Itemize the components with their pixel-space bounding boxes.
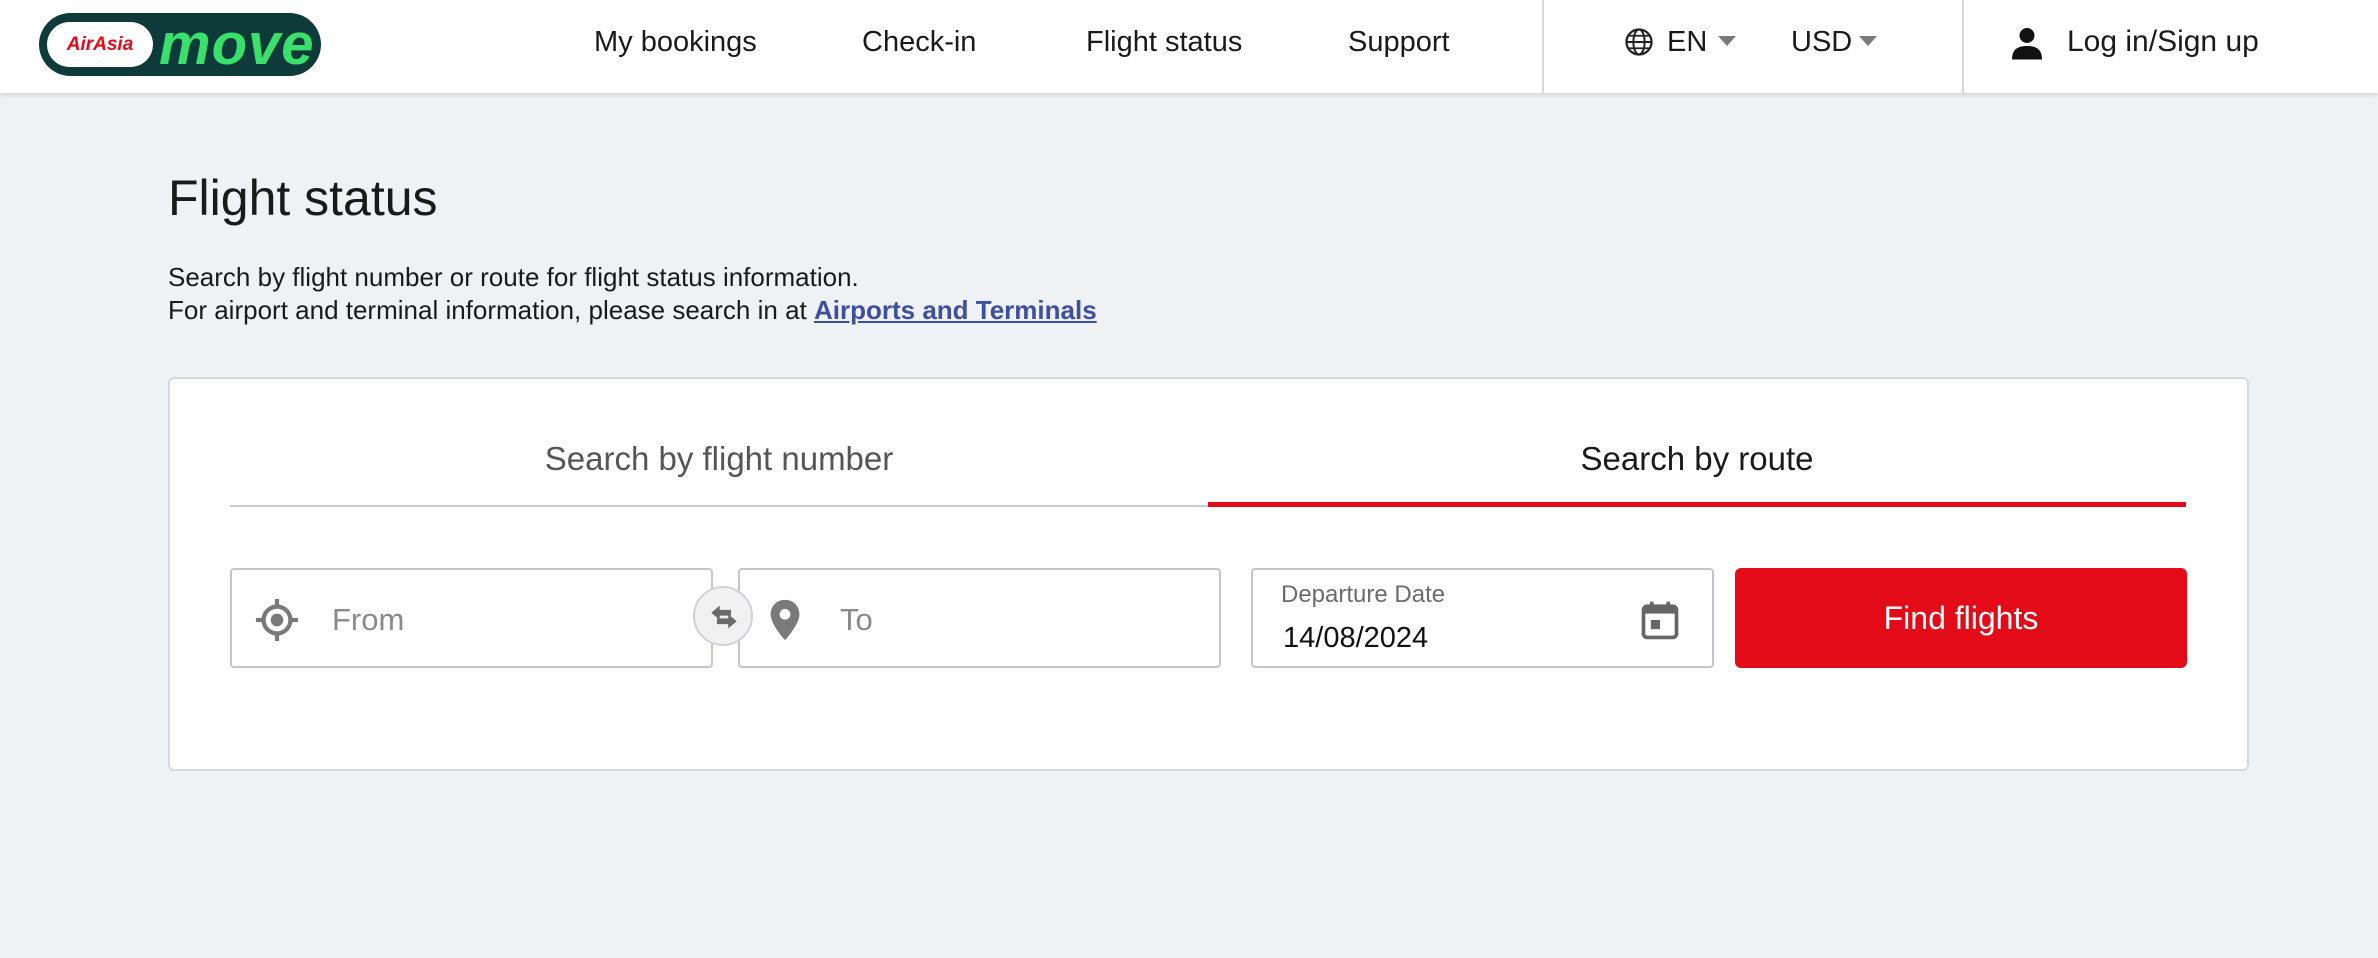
nav-my-bookings[interactable]: My bookings bbox=[594, 22, 757, 62]
airports-terminals-link[interactable]: Airports and Terminals bbox=[814, 295, 1097, 325]
header-divider bbox=[1542, 0, 1544, 93]
swap-icon bbox=[711, 605, 737, 629]
user-icon[interactable] bbox=[2009, 24, 2045, 62]
nav-support[interactable]: Support bbox=[1348, 22, 1450, 62]
tab-search-by-flight-number[interactable]: Search by flight number bbox=[230, 429, 1208, 489]
from-field[interactable]: From bbox=[230, 568, 713, 668]
description-line-2-text: For airport and terminal information, pl… bbox=[168, 295, 814, 325]
caret-down-icon[interactable] bbox=[1859, 36, 1877, 46]
language-selector[interactable]: EN bbox=[1667, 22, 1707, 62]
active-tab-indicator bbox=[1208, 502, 2186, 507]
to-placeholder: To bbox=[840, 602, 873, 637]
globe-icon bbox=[1625, 28, 1653, 56]
description-line-2: For airport and terminal information, pl… bbox=[168, 294, 1097, 326]
login-signup-link[interactable]: Log in/Sign up bbox=[2067, 22, 2259, 62]
from-placeholder: From bbox=[332, 602, 405, 637]
flight-search-card: Search by flight number Search by route … bbox=[168, 377, 2249, 771]
airasia-move-logo[interactable]: AirAsia move bbox=[39, 13, 321, 76]
nav-check-in[interactable]: Check-in bbox=[862, 22, 976, 62]
nav-flight-status[interactable]: Flight status bbox=[1086, 22, 1242, 62]
caret-down-icon[interactable] bbox=[1718, 36, 1736, 46]
currency-selector[interactable]: USD bbox=[1791, 22, 1852, 62]
crosshair-icon bbox=[255, 598, 299, 642]
tab-search-by-route[interactable]: Search by route bbox=[1208, 429, 2186, 489]
location-pin-icon bbox=[770, 599, 800, 641]
departure-date-value: 14/08/2024 bbox=[1283, 622, 1429, 654]
logo-badge: AirAsia bbox=[47, 22, 153, 67]
calendar-icon[interactable] bbox=[1638, 596, 1682, 644]
departure-date-label: Departure Date bbox=[1281, 581, 1446, 608]
swap-button[interactable] bbox=[693, 586, 753, 646]
description-line-1: Search by flight number or route for fli… bbox=[168, 262, 859, 292]
logo-word: move bbox=[159, 13, 315, 76]
find-flights-button[interactable]: Find flights bbox=[1735, 568, 2187, 668]
to-field[interactable]: To bbox=[738, 568, 1221, 668]
page-title: Flight status bbox=[168, 170, 438, 226]
top-header: AirAsia move My bookings Check-in Flight… bbox=[0, 0, 2378, 93]
departure-date-field[interactable]: Departure Date 14/08/2024 bbox=[1251, 568, 1714, 668]
header-divider bbox=[1962, 0, 1964, 93]
